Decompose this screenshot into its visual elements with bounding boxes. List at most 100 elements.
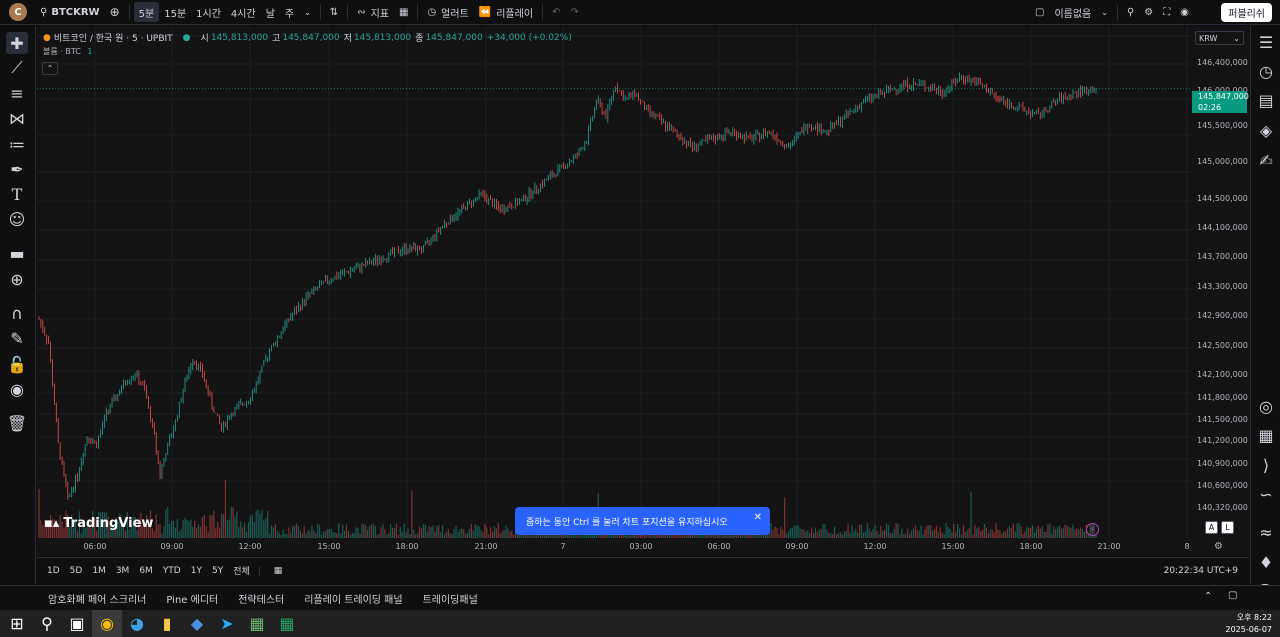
- panel-expand-button[interactable]: ⌃: [1204, 591, 1212, 602]
- task-view-button[interactable]: ▣: [62, 610, 92, 637]
- tab-pine-editor[interactable]: Pine 에디터: [156, 591, 228, 606]
- undo-button[interactable]: ↶: [547, 0, 565, 25]
- range-5d[interactable]: 5D: [65, 566, 88, 576]
- interval-dropdown[interactable]: ⌄: [299, 0, 316, 25]
- sheet-app[interactable]: ▦: [242, 610, 272, 637]
- crosshair-tool[interactable]: ✚: [6, 32, 28, 54]
- snapshot-button[interactable]: ◉: [1175, 0, 1194, 25]
- replay-button[interactable]: ⏪ 리플레이: [474, 0, 538, 25]
- compare-symbol-button[interactable]: ⊕: [105, 0, 125, 25]
- time-tick: 21:00: [1097, 542, 1121, 551]
- volume-bar: [297, 525, 300, 538]
- system-clock[interactable]: 오후 8:22 2025-06-07: [1226, 612, 1273, 636]
- close-icon[interactable]: ✕: [754, 512, 762, 523]
- start-button[interactable]: ⊞: [2, 610, 32, 637]
- brush-tool[interactable]: ✒: [6, 158, 28, 180]
- target-button[interactable]: ◎: [1256, 396, 1276, 416]
- user-avatar[interactable]: C: [9, 3, 27, 21]
- watchlist-button[interactable]: ☰: [1256, 32, 1276, 52]
- range-3m[interactable]: 3M: [111, 566, 135, 576]
- currency-select[interactable]: KRW ⌄: [1195, 31, 1244, 45]
- layout-name[interactable]: 이름없음: [1049, 0, 1096, 25]
- volume-bar: [274, 524, 276, 538]
- interval-4h[interactable]: 4시간: [226, 0, 261, 25]
- stay-drawing-tool[interactable]: ✎: [6, 327, 28, 349]
- redo-button[interactable]: ↷: [565, 0, 583, 25]
- indicators-button[interactable]: ∾ 지표: [352, 0, 394, 25]
- excel-app[interactable]: ▦: [272, 610, 302, 637]
- trendline-tool[interactable]: ⟋: [6, 57, 28, 79]
- templates-button[interactable]: ▦: [394, 0, 413, 25]
- time-tick: 18:00: [395, 542, 419, 551]
- pattern-tool[interactable]: ⋈: [6, 107, 28, 129]
- chart-line-button[interactable]: ∽: [1256, 484, 1276, 504]
- interval-1h[interactable]: 1시간: [191, 0, 226, 25]
- network-button[interactable]: ⟩: [1256, 455, 1276, 475]
- chrome-app[interactable]: ◉: [92, 610, 122, 637]
- range-ytd[interactable]: YTD: [158, 566, 186, 576]
- calendar-button[interactable]: ▦: [1256, 425, 1276, 445]
- chart-pane[interactable]: [37, 26, 1192, 556]
- range-1y[interactable]: 1Y: [186, 566, 207, 576]
- axis-settings-icon[interactable]: ⚙: [1214, 541, 1223, 552]
- range-1m[interactable]: 1M: [87, 566, 111, 576]
- app-blue[interactable]: ◆: [182, 610, 212, 637]
- zoom-tool[interactable]: ⊕: [6, 268, 28, 290]
- interval-5m[interactable]: 5분: [133, 2, 160, 22]
- interval-day[interactable]: 날: [261, 0, 280, 25]
- publish-button[interactable]: 퍼블리쉬: [1221, 3, 1272, 22]
- telegram-app[interactable]: ➤: [212, 610, 242, 637]
- chart-type-button[interactable]: ⇅: [325, 0, 343, 25]
- tradingview-logo[interactable]: ▪▴ TradingView: [44, 516, 153, 531]
- panel-maximize-button[interactable]: ▢: [1228, 590, 1237, 601]
- hide-tool[interactable]: ◉: [6, 378, 28, 400]
- time-tick: 12:00: [238, 542, 262, 551]
- time-axis[interactable]: 06:00 09:00 12:00 15:00 18:00 21:00 7 03:00 06:0…: [37, 538, 1192, 556]
- notifications-button[interactable]: ♦: [1256, 552, 1276, 572]
- alert-button[interactable]: ◷ 얼러트: [422, 0, 473, 25]
- settings-button[interactable]: ⚙: [1139, 0, 1158, 25]
- symbol-search[interactable]: ⚲ BTCKRW: [35, 0, 105, 25]
- stream-button[interactable]: ≈: [1256, 522, 1276, 542]
- timezone-clock[interactable]: 20:22:34 UTC+9: [1159, 566, 1243, 576]
- volume-bar: [1018, 523, 1020, 538]
- volume-bar: [1081, 528, 1084, 538]
- layout-select-button[interactable]: ▢: [1030, 0, 1049, 25]
- price-chart[interactable]: [37, 26, 1192, 538]
- log-scale-button[interactable]: L: [1221, 521, 1234, 534]
- range-all[interactable]: 전체: [228, 564, 255, 577]
- tab-trading-panel[interactable]: 트레이딩패널: [413, 591, 488, 606]
- search-button[interactable]: ⚲: [32, 610, 62, 637]
- text-tool[interactable]: T: [6, 183, 28, 205]
- edge-app[interactable]: ◕: [122, 610, 152, 637]
- interval-15m[interactable]: 15분: [159, 0, 191, 25]
- date-range-button[interactable]: ▦: [258, 565, 293, 576]
- fib-tool[interactable]: ≡: [6, 82, 28, 104]
- interval-week[interactable]: 주: [280, 0, 299, 25]
- lock-tool[interactable]: 🔓: [6, 353, 28, 375]
- magnet-tool[interactable]: ∩: [6, 302, 28, 324]
- fullscreen-button[interactable]: ⛶: [1158, 0, 1175, 25]
- layout-dropdown[interactable]: ⌄: [1096, 0, 1113, 25]
- measure-tool[interactable]: ▬: [6, 242, 28, 264]
- tab-screener[interactable]: 암호화폐 페어 스크리너: [38, 591, 156, 606]
- tab-strategy-tester[interactable]: 전략테스터: [228, 591, 294, 606]
- range-5y[interactable]: 5Y: [207, 566, 228, 576]
- quick-search-button[interactable]: ⚲: [1122, 0, 1139, 25]
- tab-replay-panel[interactable]: 리플레이 트레이딩 패널: [294, 591, 412, 606]
- auto-scale-button[interactable]: A: [1205, 521, 1218, 534]
- layers-button[interactable]: ◈: [1256, 120, 1276, 140]
- lightning-icon[interactable]: ⚡: [1086, 523, 1099, 536]
- news-button[interactable]: ▤: [1256, 90, 1276, 110]
- volume-bar: [1074, 529, 1076, 538]
- collapse-legend-button[interactable]: ⌃: [42, 62, 58, 75]
- icon-tool[interactable]: ☺: [6, 208, 28, 230]
- remove-tool[interactable]: 🗑: [6, 412, 28, 434]
- range-1d[interactable]: 1D: [42, 566, 65, 576]
- alerts-button[interactable]: ◷: [1256, 61, 1276, 81]
- range-6m[interactable]: 6M: [134, 566, 158, 576]
- volume-indicator-legend[interactable]: 볼륨 · BTC 1: [43, 46, 92, 57]
- chat-button[interactable]: ✍: [1256, 150, 1276, 170]
- explorer-app[interactable]: ▮: [152, 610, 182, 637]
- projection-tool[interactable]: ≔: [6, 133, 28, 155]
